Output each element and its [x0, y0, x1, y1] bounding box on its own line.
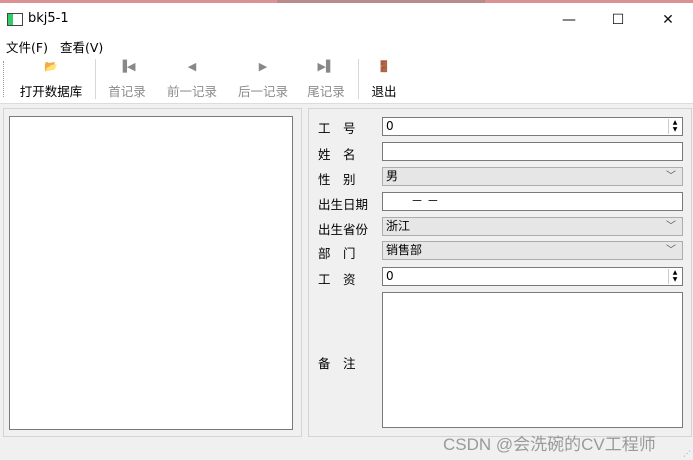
next-record-label: 后一记录: [237, 84, 288, 99]
toolbar-separator: [358, 59, 359, 99]
memo-label: 备 注: [318, 356, 356, 371]
dept-value: 销售部: [386, 243, 423, 257]
toolbar: 📂 打开数据库 ▐◀ 首记录 ◀ 前一记录 ▶ 后一记录 ▶▌ 尾记录 🚪 退出: [0, 55, 693, 104]
spin-down-icon[interactable]: ▼: [669, 126, 681, 133]
salary-spinbox[interactable]: 0 ▲ ▼: [382, 267, 683, 286]
province-label: 出生省份: [318, 222, 369, 237]
spin-down-icon[interactable]: ▼: [669, 276, 681, 283]
chevron-down-icon: ﹀: [666, 171, 676, 182]
toolbar-separator: [95, 59, 96, 99]
menu-view[interactable]: 查看(V): [60, 37, 103, 56]
emp-no-spinbox[interactable]: 0 ▲ ▼: [382, 117, 683, 136]
window-title: bkj5-1: [28, 11, 69, 26]
first-record-button[interactable]: ▐◀ 首记录: [106, 57, 148, 101]
chevron-down-icon: ﹀: [666, 221, 676, 232]
open-database-label: 打开数据库: [19, 84, 83, 99]
emp-no-value: 0: [386, 119, 394, 133]
dept-label: 部 门: [318, 246, 356, 261]
gender-value: 男: [386, 169, 399, 183]
dept-combo[interactable]: 销售部 ﹀: [382, 241, 683, 260]
name-field[interactable]: [382, 142, 683, 161]
toolbar-grip[interactable]: [3, 61, 6, 97]
menu-bar: 文件(F) 查看(V): [0, 33, 693, 55]
maximize-button[interactable]: ☐: [595, 6, 641, 34]
spin-buttons[interactable]: ▲ ▼: [668, 269, 681, 284]
salary-label: 工 资: [318, 272, 356, 287]
birth-date-label: 出生日期: [318, 197, 369, 212]
gender-label: 性 别: [318, 172, 356, 187]
watermark-text: CSDN @会洗碗的CV工程师: [443, 435, 656, 454]
first-record-icon: ▐◀: [118, 60, 136, 73]
exit-door-icon: 🚪: [377, 60, 391, 73]
exit-label: 退出: [371, 84, 397, 99]
last-record-label: 尾记录: [307, 84, 345, 99]
salary-value: 0: [386, 269, 394, 283]
spin-buttons[interactable]: ▲ ▼: [668, 119, 681, 134]
folder-open-icon: 📂: [44, 60, 58, 73]
next-record-icon: ▶: [258, 60, 268, 73]
province-value: 浙江: [386, 219, 411, 233]
prev-record-icon: ◀: [187, 60, 197, 73]
open-database-button[interactable]: 📂 打开数据库: [17, 57, 85, 101]
close-button[interactable]: ✕: [645, 6, 691, 34]
minimize-button[interactable]: —: [546, 6, 592, 34]
prev-record-label: 前一记录: [166, 84, 217, 99]
gender-combo[interactable]: 男 ﹀: [382, 167, 683, 186]
record-list[interactable]: [9, 116, 293, 430]
spin-up-icon[interactable]: ▲: [669, 119, 681, 126]
province-combo[interactable]: 浙江 ﹀: [382, 217, 683, 236]
first-record-label: 首记录: [108, 84, 146, 99]
chevron-down-icon: ﹀: [666, 245, 676, 256]
app-icon: [7, 13, 23, 26]
spin-up-icon[interactable]: ▲: [669, 269, 681, 276]
birth-date-field[interactable]: － －: [382, 192, 683, 211]
last-record-icon: ▶▌: [317, 60, 335, 73]
name-label: 姓 名: [318, 147, 356, 162]
last-record-button[interactable]: ▶▌ 尾记录: [305, 57, 347, 101]
memo-textarea[interactable]: [382, 292, 683, 428]
menu-file[interactable]: 文件(F): [6, 37, 48, 56]
title-bar: bkj5-1 — ☐ ✕: [0, 3, 693, 33]
exit-button[interactable]: 🚪 退出: [368, 57, 400, 101]
emp-no-label: 工 号: [318, 121, 356, 136]
size-grip-icon[interactable]: ⋰: [683, 449, 691, 458]
prev-record-button[interactable]: ◀ 前一记录: [164, 57, 220, 101]
next-record-button[interactable]: ▶ 后一记录: [235, 57, 291, 101]
